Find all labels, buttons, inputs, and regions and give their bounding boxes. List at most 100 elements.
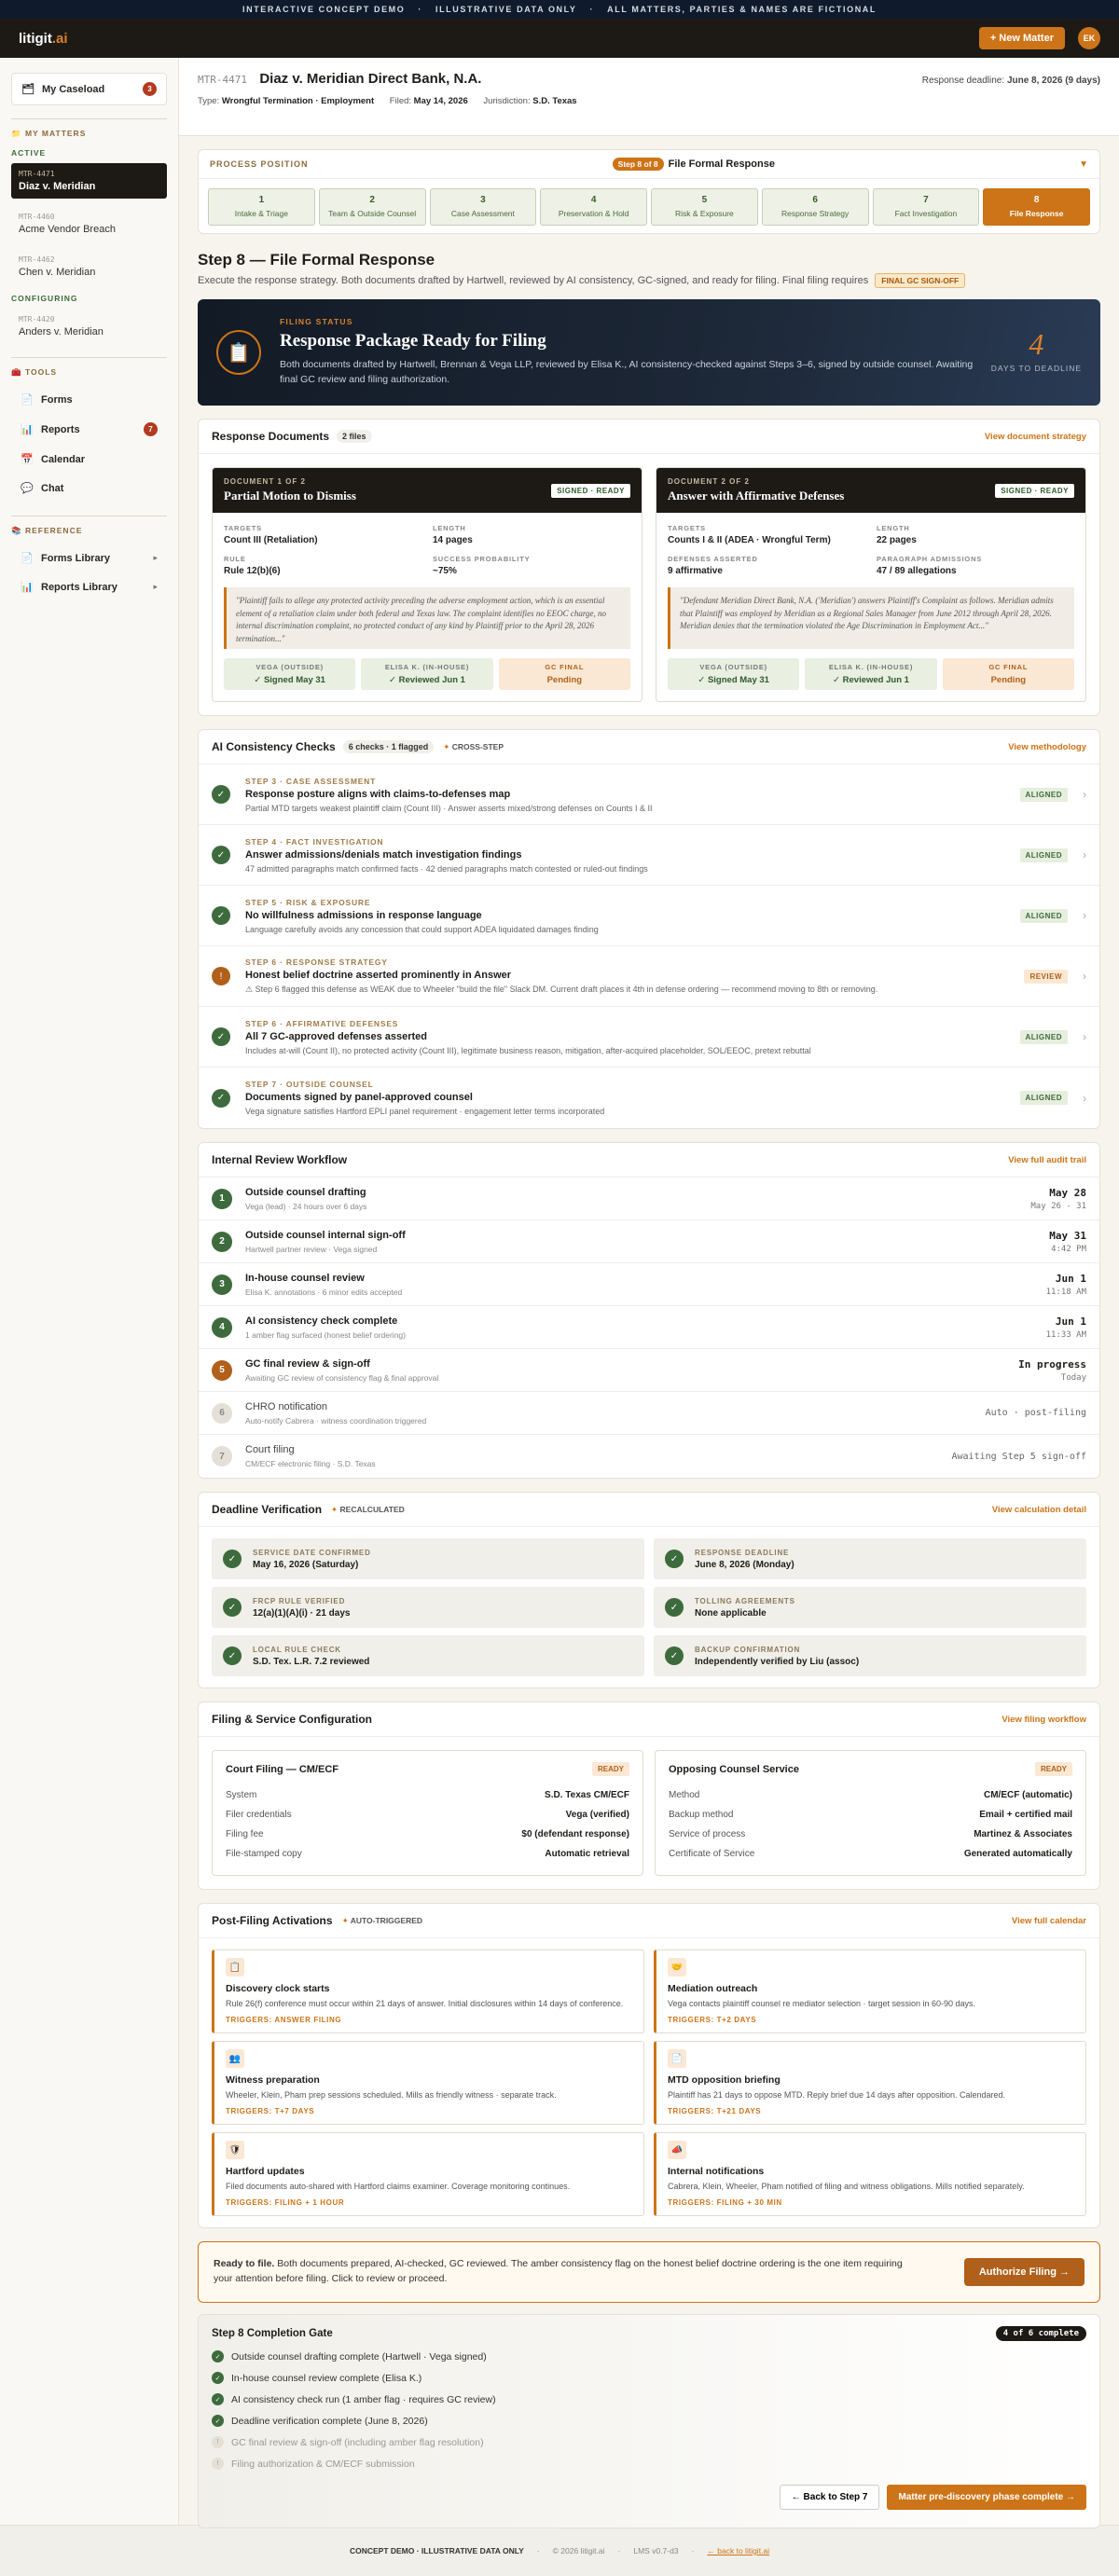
sidebar-item-reports[interactable]: 📊 Reports 7 [11,414,167,445]
step-8[interactable]: 8 File Response [983,188,1090,226]
workflow-row-current[interactable]: 5 GC final review & sign-off Awaiting GC … [199,1349,1099,1392]
signoff-outside: VEGA (OUTSIDE) ✓ Signed May 31 [224,658,356,690]
step-6[interactable]: 6 Response Strategy [761,188,869,226]
chart-icon: 📊 [21,582,34,593]
sidebar-item-label: Reports Library [41,581,117,593]
field-label: TARGETS [224,524,262,532]
sidebar-item-reports-library[interactable]: 📊 Reports Library ▸ [11,572,167,601]
view-audit-trail-link[interactable]: View full audit trail [1008,1155,1086,1165]
verification-label: SERVICE DATE CONFIRMED [253,1548,371,1557]
verification-value: 12(a)(1)(A)(i) · 21 days [253,1607,351,1619]
document-card[interactable]: DOCUMENT 1 OF 2 Partial Motion to Dismiss… [212,467,642,702]
back-to-site-link[interactable]: ← back to litigit.ai [707,2546,769,2555]
type-label: Type: [198,96,220,106]
step-5[interactable]: 5 Risk & Exposure [651,188,758,226]
document-icon: 📄 [668,2049,686,2068]
check-step: STEP 7 · OUTSIDE COUNSEL [245,1080,374,1089]
step-number: 5 [701,195,708,205]
check-description: ⚠ Step 6 flagged this defense as WEAK du… [245,985,878,994]
sidebar-item-chat[interactable]: 💬 Chat [11,474,167,503]
complete-phase-button[interactable]: Matter pre-discovery phase complete → [887,2485,1086,2510]
check-row-flagged[interactable]: ! STEP 6 · RESPONSE STRATEGY Honest belie… [199,946,1099,1007]
check-row[interactable]: ✓ STEP 4 · FACT INVESTIGATION Answer admi… [199,825,1099,886]
back-button[interactable]: ← Back to Step 7 [779,2485,880,2510]
authorize-filing-button[interactable]: Authorize Filing → [963,2258,1084,2286]
workflow-row: 3 In-house counsel review Elisa K. annota… [199,1263,1099,1306]
signoff-outside: VEGA (OUTSIDE) ✓ Signed May 31 [668,658,800,690]
footer-version: LMS v0.7-d3 [633,2546,679,2555]
matter-item-4460[interactable]: MTR-4460 Acme Vendor Breach [11,206,167,241]
step-3[interactable]: 3 Case Assessment [429,188,537,226]
view-filing-workflow-link[interactable]: View filing workflow [1002,1715,1086,1725]
activation-description: Rule 26(f) conference must occur within … [226,1999,624,2008]
days-label: DAYS TO DEADLINE [990,364,1082,373]
auto-triggered-chip: ✦ AUTO-TRIGGERED [342,1916,422,1926]
hero-text: Both documents drafted by Hartwell, Bren… [280,359,974,385]
workflow-subtitle: Hartwell partner review · Vega signed [245,1244,378,1254]
check-row[interactable]: ✓ STEP 5 · RISK & EXPOSURE No willfulness… [199,886,1099,946]
activation-title: Mediation outreach [668,1983,758,1994]
step-1[interactable]: 1 Intake & Triage [208,188,315,226]
step-label: Intake & Triage [234,209,288,218]
view-calculation-link[interactable]: View calculation detail [992,1505,1086,1515]
chevron-down-icon[interactable]: ▼ [1079,159,1088,170]
activation-title: Hartford updates [226,2166,305,2177]
footer-main: CONCEPT DEMO · ILLUSTRATIVE DATA ONLY [349,2546,524,2555]
view-methodology-link[interactable]: View methodology [1008,742,1086,752]
process-position: PROCESS POSITION Step 8 of 8 File Formal … [198,149,1100,234]
config-value: Email + certified mail [979,1810,1072,1820]
view-document-strategy-link[interactable]: View document strategy [985,432,1086,442]
avatar[interactable]: EK [1078,27,1100,49]
workflow-row: 2 Outside counsel internal sign-off Hartw… [199,1220,1099,1263]
page-title: Diaz v. Meridian Direct Bank, N.A. [259,71,482,87]
workflow-title: Outside counsel drafting [245,1186,366,1198]
new-matter-button[interactable]: + New Matter [978,27,1065,49]
activation-title: Internal notifications [668,2166,765,2177]
verification-item: ✓ RESPONSE DEADLINE June 8, 2026 (Monday) [654,1538,1086,1579]
document-card[interactable]: DOCUMENT 2 OF 2 Answer with Affirmative D… [656,467,1086,702]
activation-description: Vega contacts plaintiff counsel re media… [668,1999,976,2008]
logo[interactable]: litigit.ai [19,31,68,47]
caseload-count-badge: 3 [143,82,157,96]
sidebar-item-calendar[interactable]: 📅 Calendar [11,445,167,474]
activation-card: 📋 Discovery clock starts Rule 26(f) confer… [212,1949,644,2033]
check-row[interactable]: ✓ STEP 6 · AFFIRMATIVE DEFENSES All 7 GC-… [199,1007,1099,1068]
matter-item-4462[interactable]: MTR-4462 Chen v. Meridian [11,249,167,284]
verification-label: BACKUP CONFIRMATION [695,1645,801,1654]
matter-item-4420[interactable]: MTR-4420 Anders v. Meridian [11,309,167,344]
logo-text: litigit [19,30,52,47]
matter-item-4471[interactable]: MTR-4471 Diaz v. Meridian [11,163,167,199]
footer-copyright: © 2026 litigit.ai [552,2546,605,2555]
workflow-step-number: 2 [212,1231,232,1252]
verification-item: ✓ BACKUP CONFIRMATION Independently verifi… [654,1635,1086,1676]
check-row[interactable]: ✓ STEP 3 · CASE ASSESSMENT Response postu… [199,765,1099,825]
sidebar-item-forms-library[interactable]: 📄 Forms Library ▸ [11,544,167,572]
step-7[interactable]: 7 Fact Investigation [872,188,980,226]
signoff-role: GC FINAL [988,663,1029,671]
step-4[interactable]: 4 Preservation & Hold [540,188,647,226]
check-icon: ✓ [665,1646,684,1665]
matter-meta: Type: Wrongful Termination · Employment … [198,96,1100,106]
step-2[interactable]: 2 Team & Outside Counsel [318,188,426,226]
check-title: Answer admissions/denials match investig… [245,848,522,861]
workflow-date: May 28 [1049,1186,1086,1199]
activation-description: Wheeler, Klein, Pham prep sessions sched… [226,2090,557,2100]
workflow-step-number: 7 [212,1446,232,1467]
deadline-verification-section: Deadline Verification ✦ RECALCULATED View… [198,1492,1100,1688]
activation-description: Filed documents auto-shared with Hartfor… [226,2182,571,2191]
sidebar-item-forms[interactable]: 📄 Forms [11,385,167,414]
field-label: DEFENSES ASSERTED [668,555,758,563]
check-row[interactable]: ✓ STEP 7 · OUTSIDE COUNSEL Documents sign… [199,1068,1099,1128]
check-icon: ✓ [223,1598,242,1617]
gate-item: ✓ In-house counsel review complete (Elisa… [212,2372,1086,2384]
workflow-date: May 31 [1049,1229,1086,1242]
sidebar-item-caseload[interactable]: 🗂 My Caseload 3 [11,73,167,105]
check-description: Includes at-will (Count II), no protecte… [245,1045,811,1055]
ready-to-file-bar: Ready to file. Both documents prepared, … [198,2241,1100,2303]
completion-gate: Step 8 Completion Gate 4 of 6 complete ✓… [198,2314,1100,2528]
sidebar-item-label: My Caseload [42,83,105,95]
config-value: S.D. Texas CM/ECF [545,1790,629,1800]
view-calendar-link[interactable]: View full calendar [1012,1916,1086,1926]
signoff-status: Pending [990,675,1027,685]
check-icon: ✓ [212,2350,224,2362]
